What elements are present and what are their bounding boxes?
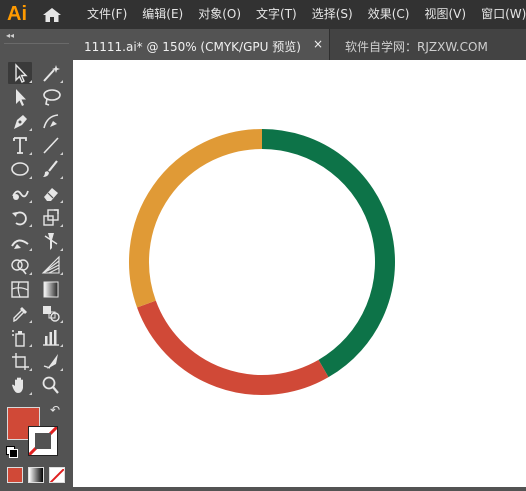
shape-builder-icon[interactable] <box>8 254 32 276</box>
default-colors-icon[interactable] <box>6 446 18 458</box>
eraser-icon[interactable] <box>39 182 63 204</box>
mesh-tool-icon[interactable] <box>8 278 32 300</box>
tab-11111-ai[interactable]: 11111.ai* @ 150% (CMYK/GPU 预览) × <box>73 29 329 60</box>
direct-selection-icon[interactable] <box>8 86 32 108</box>
hand-tool-icon[interactable] <box>8 374 32 396</box>
app-logo: Ai <box>7 3 27 25</box>
zoom-tool-icon[interactable] <box>39 374 63 396</box>
swap-fill-stroke-icon[interactable]: ↶ <box>50 403 60 417</box>
eyedropper-icon[interactable] <box>8 302 32 324</box>
menu-item-0[interactable]: 文件(F) <box>87 0 127 29</box>
ring-segment-green[interactable] <box>261 129 395 378</box>
menu-item-4[interactable]: 选择(S) <box>312 0 353 29</box>
menu-item-2[interactable]: 对象(O) <box>198 0 241 29</box>
rotate-tool-icon[interactable] <box>8 206 32 228</box>
perspective-grid-icon[interactable] <box>39 254 63 276</box>
menu-item-7[interactable]: 窗口(W) <box>481 0 526 29</box>
selection-tool-icon[interactable] <box>8 62 32 84</box>
ring-artwork[interactable] <box>73 60 526 487</box>
paintbrush-icon[interactable] <box>39 158 63 180</box>
magic-wand-icon[interactable] <box>39 62 63 84</box>
tab-rjzxw[interactable]: 软件自学网：RJZXW.COM <box>329 29 526 60</box>
curvature-icon[interactable] <box>39 110 63 132</box>
artboard-tool-icon[interactable] <box>8 350 32 372</box>
close-tab-icon[interactable]: × <box>313 37 323 51</box>
blend-tool-icon[interactable] <box>39 302 63 324</box>
stroke-swatch[interactable] <box>28 426 58 456</box>
menu-item-5[interactable]: 效果(C) <box>368 0 410 29</box>
menu-item-3[interactable]: 文字(T) <box>256 0 297 29</box>
ring-segment-orange[interactable] <box>129 129 263 308</box>
tab-label: 11111.ai* @ 150% (CMYK/GPU 预览) <box>84 40 301 54</box>
main-menu: 文件(F) 编辑(E) 对象(O) 文字(T) 选择(S) 效果(C) 视图(V) 窗口(W) <box>87 0 526 29</box>
type-tool-icon[interactable] <box>8 134 32 156</box>
ellipse-tool-icon[interactable] <box>8 158 32 180</box>
artboard-canvas[interactable] <box>73 60 526 487</box>
line-segment-icon[interactable] <box>39 134 63 156</box>
pen-tool-icon[interactable] <box>8 110 32 132</box>
width-tool-icon[interactable] <box>8 230 32 252</box>
color-mode-icon[interactable] <box>7 467 23 483</box>
column-graph-icon[interactable] <box>39 326 63 348</box>
tab-label-inactive: 软件自学网：RJZXW.COM <box>345 40 488 54</box>
puppet-warp-icon[interactable] <box>39 230 63 252</box>
slice-tool-icon[interactable] <box>39 350 63 372</box>
gradient-tool-icon[interactable] <box>39 278 63 300</box>
shaper-tool-icon[interactable] <box>8 182 32 204</box>
panel-collapse-icon[interactable]: ◂◂ <box>6 31 14 40</box>
none-mode-icon[interactable] <box>49 467 65 483</box>
document-tabs: 11111.ai* @ 150% (CMYK/GPU 预览) × 软件自学网：R… <box>73 29 526 60</box>
menu-bar: Ai 文件(F) 编辑(E) 对象(O) 文字(T) 选择(S) 效果(C) 视图(V) 窗口… <box>0 0 526 29</box>
gradient-mode-icon[interactable] <box>28 467 44 483</box>
ring-segment-red[interactable] <box>137 300 329 395</box>
tools-panel: ◂◂ ↶ <box>0 29 73 487</box>
home-icon[interactable] <box>42 7 62 23</box>
menu-item-1[interactable]: 编辑(E) <box>142 0 183 29</box>
symbol-sprayer-icon[interactable] <box>8 326 32 348</box>
menu-item-6[interactable]: 视图(V) <box>424 0 466 29</box>
panel-grip[interactable] <box>4 43 69 54</box>
scale-tool-icon[interactable] <box>39 206 63 228</box>
lasso-icon[interactable] <box>39 86 63 108</box>
